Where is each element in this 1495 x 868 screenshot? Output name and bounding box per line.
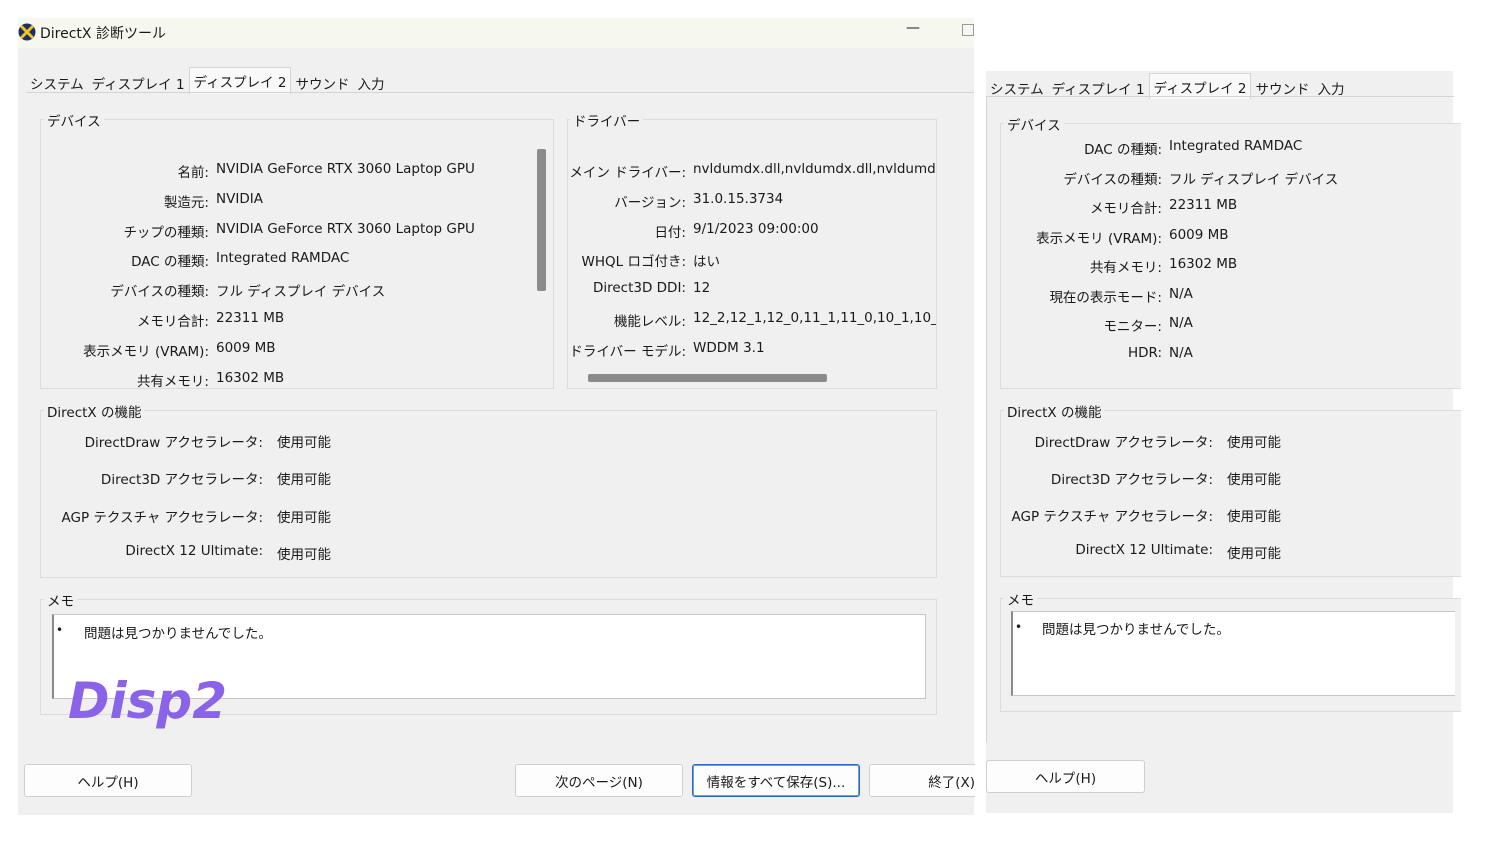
device-row-right-value: N/A	[1169, 344, 1193, 361]
maximize-icon[interactable]	[962, 24, 974, 36]
memo-text: 問題は見つかりませんでした。	[1042, 622, 1230, 638]
feature-row-label: DirectDraw アクセラレータ:	[84, 435, 263, 451]
driver-hscrollbar[interactable]	[588, 374, 827, 382]
device-row-right-value: N/A	[1169, 315, 1193, 331]
save-all-button[interactable]: 情報をすべて保存(S)...	[692, 764, 860, 797]
driver-row-label: バージョン:	[614, 194, 686, 211]
tab-sound[interactable]: サウンド	[291, 70, 353, 93]
device-row-label: 表示メモリ (VRAM):	[83, 343, 209, 360]
device-row-value: Integrated RAMDAC	[216, 250, 350, 267]
feature-row-value: 使用可能	[277, 435, 331, 451]
tab-sound[interactable]: サウンド	[1251, 75, 1313, 98]
device-row-right-label: HDR:	[1127, 344, 1162, 361]
device-row-label: デバイスの種類:	[110, 284, 209, 301]
directx-features-title-right: DirectX の機能	[1004, 401, 1105, 421]
feature-row-right-value: 使用可能	[1227, 546, 1281, 562]
feature-row-right-label: DirectDraw アクセラレータ:	[1034, 435, 1213, 451]
feature-row-right-label: Direct3D アクセラレータ:	[1050, 472, 1213, 488]
directx-diag-window-left: DirectX 診断ツール — システム ディスプレイ 1 ディスプレイ 2 サ…	[18, 18, 975, 815]
device-row-right-label: DAC の種類:	[1084, 142, 1162, 158]
help-button[interactable]: ヘルプ(H)	[24, 764, 192, 797]
feature-row-right-label: DirectX 12 Ultimate:	[1075, 542, 1213, 558]
driver-row-value: 9/1/2023 09:00:00	[693, 220, 819, 237]
driver-row-label: メイン ドライバー:	[569, 165, 686, 181]
exit-button[interactable]: 終了(X)	[869, 764, 975, 797]
feature-row-value: 使用可能	[277, 546, 331, 563]
feature-row-right-label: AGP テクスチャ アクセラレータ:	[1011, 509, 1213, 525]
device-row-value: NVIDIA GeForce RTX 3060 Laptop GPU	[216, 161, 475, 177]
memo-text: 問題は見つかりませんでした。	[84, 626, 272, 642]
device-row-right-value: 16302 MB	[1169, 256, 1238, 272]
directx-features-title: DirectX の機能	[44, 401, 145, 421]
device-row-right-value: 6009 MB	[1169, 226, 1229, 243]
help-button-right[interactable]: ヘルプ(H)	[986, 760, 1145, 793]
device-group-title: デバイス	[44, 110, 104, 130]
device-row-value: NVIDIA GeForce RTX 3060 Laptop GPU	[216, 220, 475, 237]
device-row-right-value: Integrated RAMDAC	[1169, 138, 1303, 154]
device-row-label: チップの種類:	[123, 224, 209, 241]
device-row-label: 名前:	[177, 165, 209, 181]
feature-row-label: Direct3D アクセラレータ:	[100, 472, 263, 489]
device-row-value: フル ディスプレイ デバイス	[216, 284, 386, 301]
driver-group-title: ドライバー	[570, 110, 644, 130]
minimize-icon[interactable]: —	[906, 20, 920, 36]
device-row-label: 製造元:	[163, 194, 209, 211]
driver-row-value: WDDM 3.1	[693, 339, 765, 356]
driver-row-label: WHQL ロゴ付き:	[581, 254, 687, 271]
driver-row-value: 12_2,12_1,12_0,11_1,11_0,10_1,10_0,9_	[693, 310, 936, 326]
driver-row-value: はい	[693, 254, 720, 271]
device-scrollbar[interactable]	[537, 149, 546, 291]
memo-textbox-right[interactable]: • 問題は見つかりませんでした。	[1011, 611, 1455, 696]
memo-bullet: •	[1015, 620, 1023, 634]
tab-display-2[interactable]: ディスプレイ 2	[188, 67, 292, 94]
directx-logo-icon	[18, 23, 36, 41]
device-row-right-label: デバイスの種類:	[1063, 171, 1162, 188]
device-row-value: 6009 MB	[216, 339, 276, 356]
driver-row-value: 12	[693, 280, 711, 297]
device-row-right-value: フル ディスプレイ デバイス	[1169, 171, 1339, 188]
driver-row-label: ドライバー モデル:	[569, 343, 686, 360]
window-title: DirectX 診断ツール	[40, 26, 166, 42]
feature-row-value: 使用可能	[277, 472, 331, 489]
title-bar: DirectX 診断ツール —	[18, 18, 974, 48]
device-row-right-label: 表示メモリ (VRAM):	[1036, 230, 1162, 247]
driver-row-label: 日付:	[654, 224, 686, 241]
tab-display-1[interactable]: ディスプレイ 1	[1048, 75, 1149, 98]
feature-row-right-value: 使用可能	[1227, 472, 1281, 488]
memo-bullet: •	[56, 623, 64, 637]
device-row-right-label: 現在の表示モード:	[1049, 289, 1162, 306]
tab-input[interactable]: 入力	[353, 70, 388, 93]
device-row-right-label: 共有メモリ:	[1089, 260, 1162, 276]
next-page-button[interactable]: 次のページ(N)	[515, 764, 683, 797]
device-row-right-value: N/A	[1169, 285, 1193, 302]
feature-row-right-value: 使用可能	[1227, 435, 1281, 451]
tab-display-1[interactable]: ディスプレイ 1	[88, 70, 189, 93]
tab-input[interactable]: 入力	[1313, 75, 1348, 98]
device-row-label: メモリ合計:	[136, 314, 209, 330]
device-row-right-label: モニター:	[1103, 319, 1162, 335]
memo-title: メモ	[44, 590, 77, 610]
device-row-label: 共有メモリ:	[136, 373, 209, 390]
memo-title-right: メモ	[1004, 589, 1037, 609]
driver-row-label: Direct3D DDI:	[592, 280, 686, 297]
driver-row-value: 31.0.15.3734	[693, 190, 784, 207]
device-row-value: 16302 MB	[216, 369, 285, 386]
tab-strip: システム ディスプレイ 1 ディスプレイ 2 サウンド 入力	[26, 67, 388, 94]
device-row-label: DAC の種類:	[131, 254, 209, 271]
feature-row-label: AGP テクスチャ アクセラレータ:	[61, 509, 263, 526]
feature-row-label: DirectX 12 Ultimate:	[125, 542, 263, 559]
device-row-value: 22311 MB	[216, 310, 285, 326]
device-row-right-value: 22311 MB	[1169, 197, 1238, 213]
device-group-title-right: デバイス	[1004, 114, 1064, 134]
device-row-right-label: メモリ合計:	[1089, 201, 1162, 217]
driver-row-label: 機能レベル:	[613, 314, 686, 330]
feature-row-value: 使用可能	[277, 509, 331, 526]
feature-row-right-value: 使用可能	[1227, 509, 1281, 525]
driver-row-value: nvldumdx.dll,nvldumdx.dll,nvldumdx.d	[693, 161, 936, 177]
device-row-value: NVIDIA	[216, 190, 263, 207]
watermark-disp2: Disp2	[68, 672, 227, 730]
tab-system[interactable]: システム	[26, 70, 88, 93]
exit-button-label: 終了(X)	[928, 774, 975, 791]
tab-system[interactable]: システム	[986, 75, 1048, 98]
